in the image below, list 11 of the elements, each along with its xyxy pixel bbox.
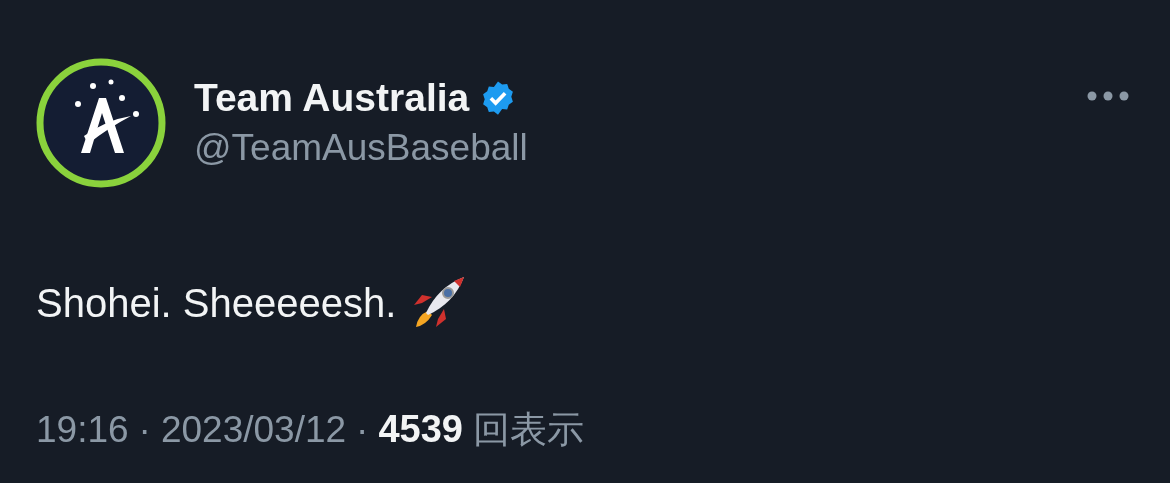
more-options-icon[interactable]: [1086, 90, 1130, 102]
meta-text: ·: [356, 409, 369, 451]
meta-text: ·: [138, 409, 151, 451]
meta-text: 回表示: [473, 408, 584, 452]
author-handle[interactable]: @TeamAusBaseball: [194, 124, 1086, 172]
avatar-logo-icon[interactable]: [36, 58, 166, 188]
meta-text: 2023/03/12: [160, 409, 347, 451]
meta-text: 19:16: [36, 409, 129, 451]
tweet-text: Shohei. Sheeeeesh.: [36, 280, 397, 326]
author-name[interactable]: Team Australia: [194, 74, 470, 122]
meta-text: 4539: [378, 408, 463, 451]
